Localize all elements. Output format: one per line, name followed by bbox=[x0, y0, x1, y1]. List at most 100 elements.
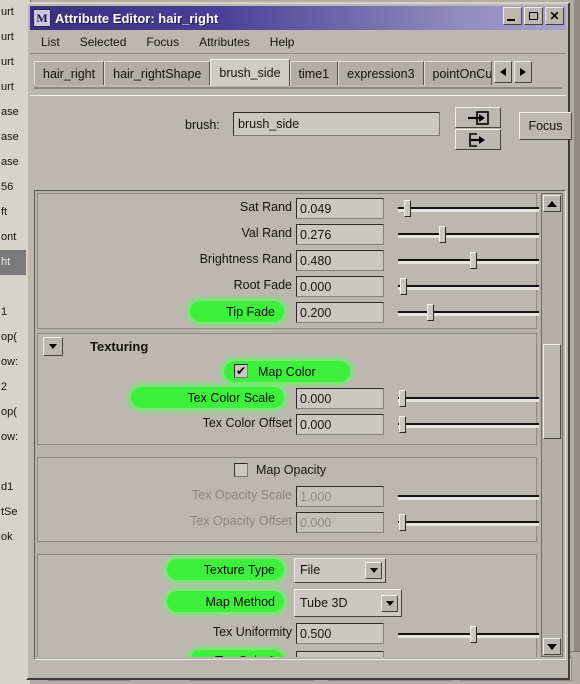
input-tex-uniformity[interactable]: 0.500 bbox=[296, 623, 384, 644]
slider-track bbox=[398, 285, 539, 290]
slider-handle[interactable] bbox=[399, 390, 406, 407]
tab-hair-right[interactable]: hair_right bbox=[34, 61, 105, 85]
attr-row-tex-opacity-offset: Tex Opacity Offset 0.000 bbox=[38, 510, 539, 536]
tabstrip-container: hair_right hair_rightShape brush_side ti… bbox=[30, 57, 566, 93]
arrow-into-box-icon bbox=[467, 110, 489, 125]
load-attributes-button[interactable] bbox=[455, 107, 501, 128]
map-opacity-label: Map Opacity bbox=[256, 463, 327, 477]
attr-row-map-opacity: Map Opacity bbox=[38, 458, 536, 484]
slider-tex-opacity-scale bbox=[398, 493, 539, 500]
chevron-down-icon bbox=[49, 344, 57, 349]
slider-tip-fade[interactable] bbox=[398, 304, 539, 321]
slider-tex-color-scale[interactable] bbox=[398, 390, 539, 407]
input-root-fade[interactable]: 0.000 bbox=[296, 276, 384, 297]
brush-name-input[interactable]: brush_side bbox=[233, 112, 440, 136]
slider-val-rand[interactable] bbox=[398, 226, 539, 243]
label-tip-fade-highlight: Tip Fade bbox=[190, 301, 284, 322]
attr-row-tip-fade: Tip Fade 0.200 bbox=[38, 300, 539, 326]
slider-handle bbox=[399, 514, 406, 531]
map-color-label: Map Color bbox=[258, 364, 316, 379]
menu-attributes[interactable]: Attributes bbox=[190, 33, 259, 51]
slider-handle[interactable] bbox=[427, 304, 434, 321]
minimize-button[interactable] bbox=[503, 7, 522, 25]
chevron-right-icon bbox=[519, 68, 526, 76]
scroll-up-button[interactable] bbox=[543, 195, 561, 212]
slider-brightness-rand[interactable] bbox=[398, 252, 539, 269]
attr-row-tex-color1: Tex Color1 bbox=[38, 648, 536, 657]
tab-time1[interactable]: time1 bbox=[289, 61, 339, 85]
label-tex-color-scale-highlight: Tex Color Scale bbox=[131, 387, 284, 408]
map-color-checkbox[interactable]: ✔ bbox=[234, 364, 248, 378]
chevron-down-icon[interactable] bbox=[365, 562, 382, 579]
attr-row-sat-rand: Sat Rand 0.049 bbox=[38, 196, 539, 222]
slider-track bbox=[398, 495, 539, 500]
slider-handle[interactable] bbox=[439, 226, 446, 243]
swatch-tex-color1[interactable] bbox=[296, 651, 384, 657]
scroll-down-button[interactable] bbox=[543, 638, 561, 655]
chevron-down-icon[interactable] bbox=[381, 595, 398, 612]
input-tex-color-scale[interactable]: 0.000 bbox=[296, 388, 384, 409]
input-tex-color-offset[interactable]: 0.000 bbox=[296, 414, 384, 435]
attribute-content: Sat Rand 0.049 Val Rand 0.276 Brightness… bbox=[37, 193, 539, 657]
map-method-dropdown[interactable]: Tube 3D bbox=[294, 589, 402, 617]
tab-pointoncurve[interactable]: pointOnCu bbox=[423, 61, 492, 85]
tab-scroll-left-button[interactable] bbox=[493, 61, 512, 83]
attr-group-texture-settings: Texture Type File Map Method Tube 3D Tex… bbox=[37, 554, 539, 657]
label-brightness-rand: Brightness Rand bbox=[199, 252, 292, 266]
tab-scroll-right-button[interactable] bbox=[513, 61, 532, 83]
window-titlebar[interactable]: M Attribute Editor: hair_right ✕ bbox=[30, 6, 566, 30]
triangle-down-icon bbox=[369, 568, 378, 573]
menu-selected[interactable]: Selected bbox=[71, 33, 136, 51]
triangle-down-icon bbox=[385, 601, 394, 606]
attr-group-texturing: Texturing Map Color ✔ Tex Color Scale 0.… bbox=[37, 333, 539, 445]
input-tip-fade[interactable]: 0.200 bbox=[296, 302, 384, 323]
menu-focus[interactable]: Focus bbox=[137, 33, 188, 51]
tab-brush-side[interactable]: brush_side bbox=[210, 59, 290, 86]
texturing-section-header[interactable]: Texturing bbox=[38, 334, 536, 361]
input-val-rand[interactable]: 0.276 bbox=[296, 224, 384, 245]
slider-handle[interactable] bbox=[399, 416, 406, 433]
attribute-scrollbar[interactable] bbox=[541, 193, 563, 657]
attr-row-map-method: Map Method Tube 3D bbox=[38, 586, 536, 620]
attr-row-map-color: Map Color ✔ bbox=[38, 361, 536, 386]
texturing-section-title: Texturing bbox=[90, 339, 149, 354]
slider-track bbox=[398, 259, 539, 264]
chevron-left-icon bbox=[499, 68, 506, 76]
input-tex-opacity-scale: 1.000 bbox=[296, 486, 384, 507]
slider-handle[interactable] bbox=[400, 278, 407, 295]
attr-row-val-rand: Val Rand 0.276 bbox=[38, 222, 539, 248]
window-title: Attribute Editor: hair_right bbox=[55, 10, 219, 26]
label-tex-opacity-scale: Tex Opacity Scale bbox=[191, 488, 292, 502]
texturing-collapse-button[interactable] bbox=[43, 337, 63, 356]
label-tex-color-offset: Tex Color Offset bbox=[202, 416, 292, 430]
map-opacity-checkbox[interactable] bbox=[234, 463, 248, 477]
map-method-value: Tube 3D bbox=[300, 596, 348, 610]
tab-expression3[interactable]: expression3 bbox=[338, 61, 424, 85]
maximize-button[interactable] bbox=[524, 7, 543, 25]
slider-root-fade[interactable] bbox=[398, 278, 539, 295]
slider-handle[interactable] bbox=[470, 626, 477, 643]
triangle-down-icon bbox=[547, 643, 557, 650]
label-tex-color1-highlight: Tex Color1 bbox=[190, 650, 284, 657]
scrollbar-thumb[interactable] bbox=[543, 344, 561, 439]
slider-tex-uniformity[interactable] bbox=[398, 626, 539, 643]
input-sat-rand[interactable]: 0.049 bbox=[296, 198, 384, 219]
input-brightness-rand[interactable]: 0.480 bbox=[296, 250, 384, 271]
texture-type-dropdown[interactable]: File bbox=[294, 558, 386, 583]
slider-sat-rand[interactable] bbox=[398, 200, 539, 217]
copy-tab-button[interactable] bbox=[455, 129, 501, 150]
menu-list[interactable]: List bbox=[32, 33, 69, 51]
input-tex-opacity-offset: 0.000 bbox=[296, 512, 384, 533]
slider-handle[interactable] bbox=[404, 200, 411, 217]
window-controls: ✕ bbox=[503, 7, 564, 25]
slider-track bbox=[398, 521, 539, 526]
slider-tex-color-offset[interactable] bbox=[398, 416, 539, 433]
close-button[interactable]: ✕ bbox=[545, 7, 564, 25]
slider-track bbox=[398, 311, 539, 316]
label-val-rand: Val Rand bbox=[241, 226, 293, 240]
slider-handle[interactable] bbox=[470, 252, 477, 269]
label-map-method-highlight: Map Method bbox=[167, 591, 284, 612]
focus-button[interactable]: Focus bbox=[519, 112, 572, 140]
tab-hair-rightshape[interactable]: hair_rightShape bbox=[104, 61, 211, 85]
menu-help[interactable]: Help bbox=[261, 33, 304, 51]
